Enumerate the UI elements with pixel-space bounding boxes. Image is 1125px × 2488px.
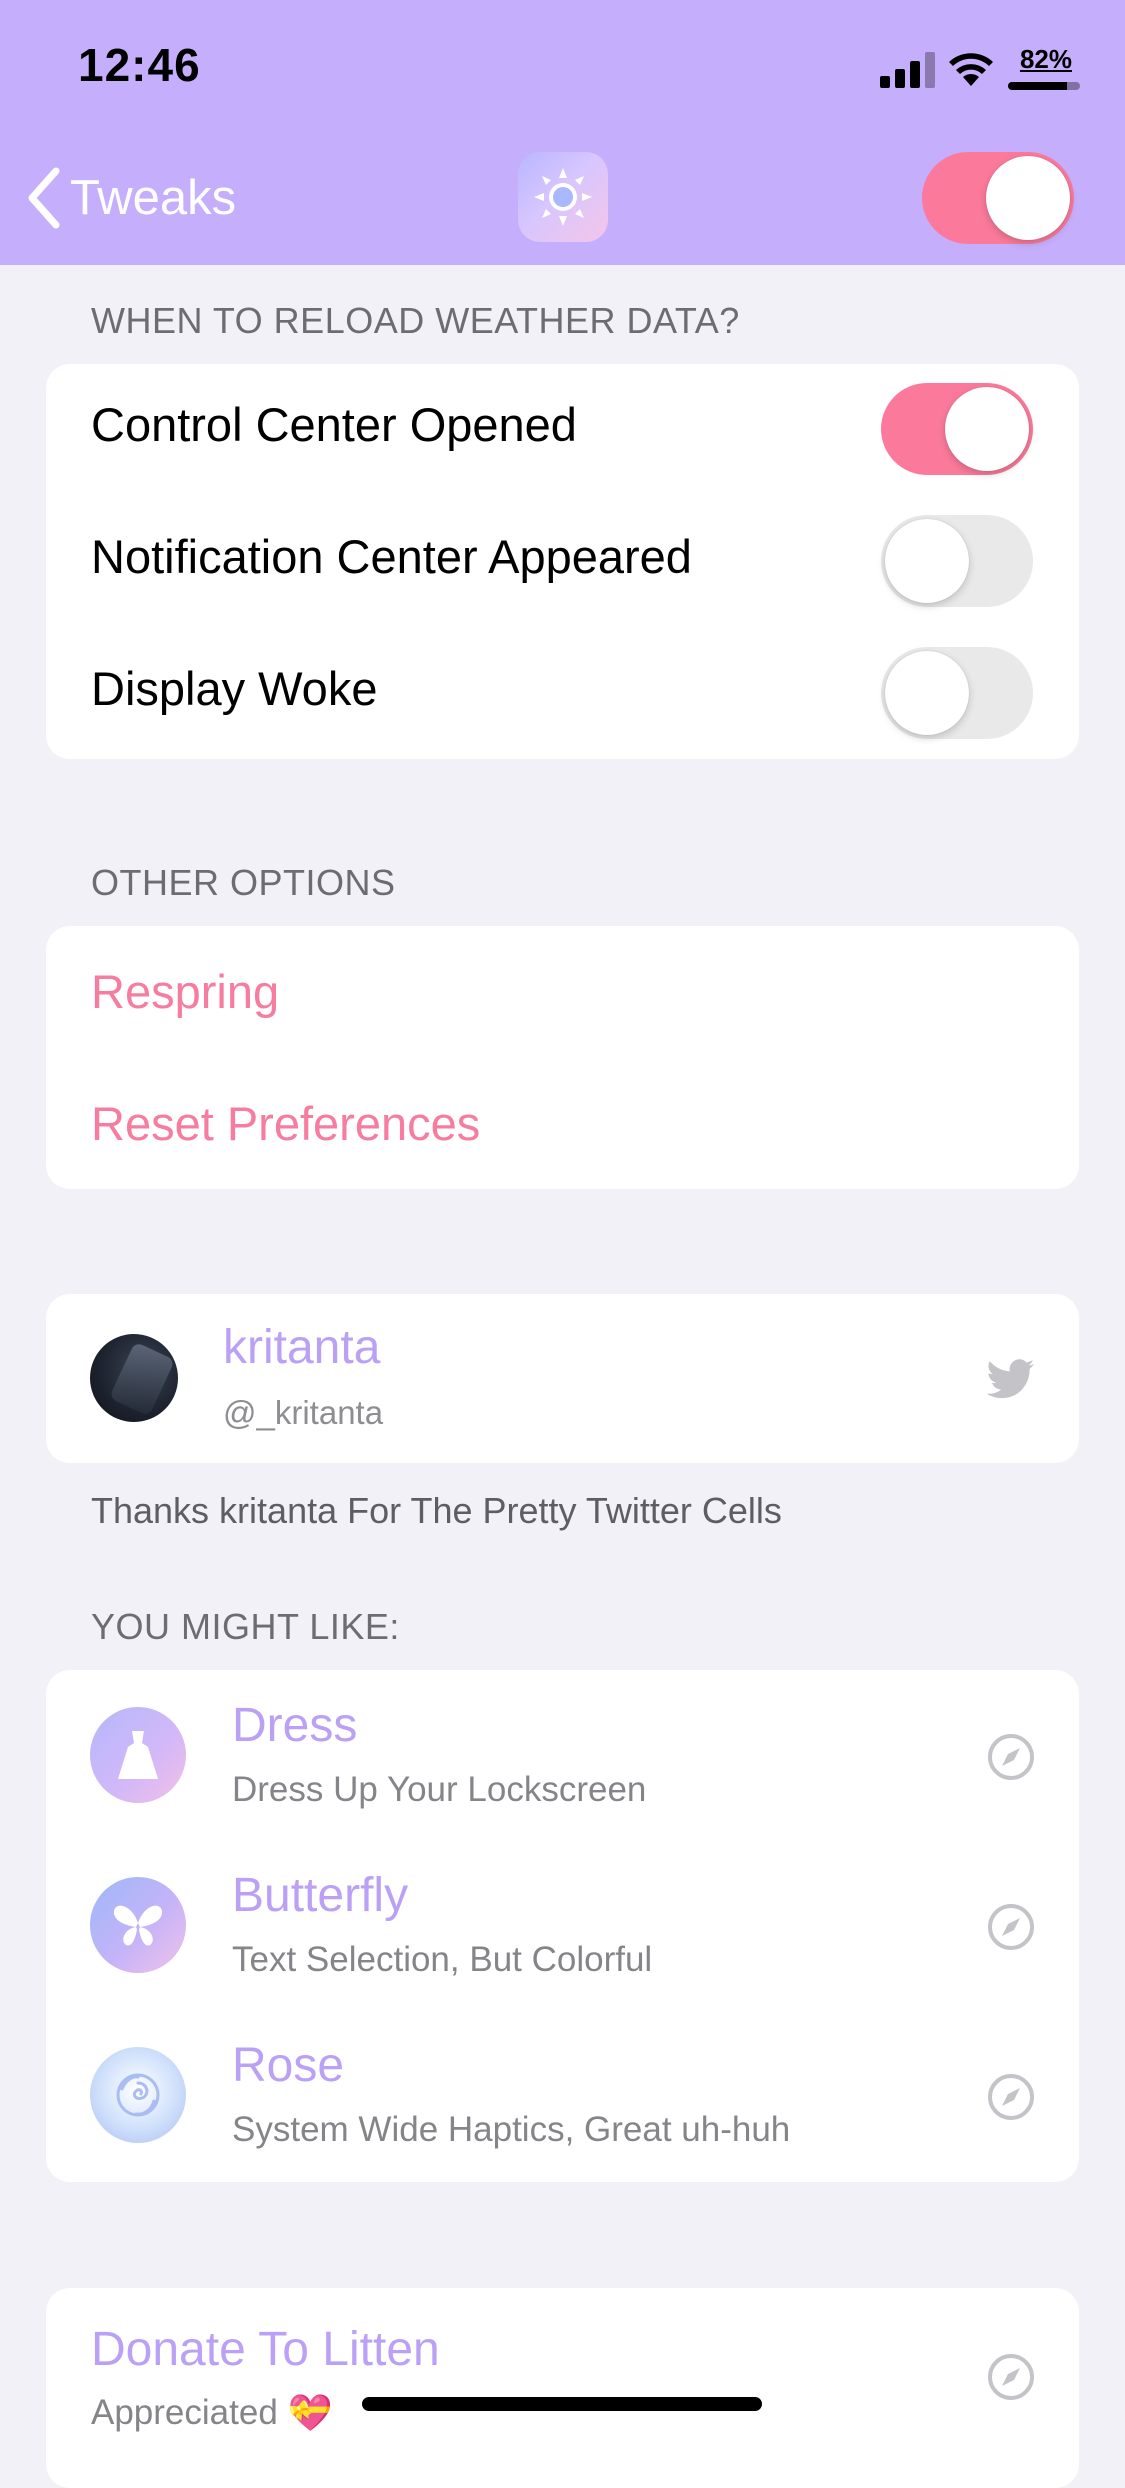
other-options-header: OTHER OPTIONS: [91, 862, 396, 903]
respring-button[interactable]: Respring: [91, 964, 279, 1019]
sun-icon: [518, 152, 608, 242]
display-woke-label: Display Woke: [91, 662, 378, 715]
twitter-cell[interactable]: kritanta @_kritanta: [46, 1294, 1079, 1463]
navigation-header: 12:46 82% Tweaks: [0, 0, 1125, 265]
compass-icon: [988, 1904, 1034, 1950]
compass-icon: [988, 2074, 1034, 2120]
dress-icon: [90, 1707, 186, 1803]
control-center-label: Control Center Opened: [91, 398, 577, 451]
package-title: Dress: [232, 1699, 358, 1752]
back-label: Tweaks: [70, 171, 237, 225]
toggle-knob: [986, 156, 1070, 240]
reload-section-header: WHEN TO RELOAD WEATHER DATA?: [91, 300, 740, 341]
control-center-toggle[interactable]: [881, 383, 1033, 475]
chevron-left-icon: [28, 167, 60, 229]
cellular-signal-icon: [880, 52, 935, 88]
compass-icon: [988, 2354, 1034, 2400]
butterfly-icon: [90, 1877, 186, 1973]
avatar: [90, 1334, 178, 1422]
twitter-bird-icon: [986, 1359, 1034, 1399]
package-subtitle: System Wide Haptics, Great uh-huh: [232, 2110, 791, 2149]
package-row-dress[interactable]: Dress Dress Up Your Lockscreen: [46, 1670, 1079, 1840]
donate-subtitle: Appreciated: [91, 2393, 278, 2432]
wifi-icon: [949, 53, 993, 86]
might-like-card: Dress Dress Up Your Lockscreen Butterfly…: [46, 1670, 1079, 2182]
twitter-name: kritanta: [223, 1321, 381, 1374]
twitter-handle: @_kritanta: [223, 1394, 384, 1431]
notification-center-toggle[interactable]: [881, 515, 1033, 607]
reset-preferences-button[interactable]: Reset Preferences: [91, 1096, 480, 1151]
package-subtitle: Text Selection, But Colorful: [232, 1940, 653, 1979]
other-options-card: Respring Reset Preferences: [46, 926, 1079, 1189]
package-row-butterfly[interactable]: Butterfly Text Selection, But Colorful: [46, 1840, 1079, 2010]
toggle-knob: [885, 519, 969, 603]
package-title: Butterfly: [232, 1869, 409, 1922]
rose-icon: [90, 2047, 186, 2143]
status-time: 12:46: [78, 39, 201, 91]
battery-fill: [1008, 82, 1068, 90]
back-button[interactable]: Tweaks: [22, 160, 236, 236]
donate-title: Donate To Litten: [91, 2323, 440, 2376]
donate-cell[interactable]: Donate To Litten Appreciated 💝: [46, 2288, 1079, 2488]
battery-indicator: 82%: [1008, 44, 1084, 92]
compass-icon: [988, 1734, 1034, 1780]
master-enable-toggle[interactable]: [922, 152, 1074, 244]
toggle-knob: [885, 651, 969, 735]
notification-center-label: Notification Center Appeared: [91, 530, 692, 583]
package-subtitle: Dress Up Your Lockscreen: [232, 1770, 647, 1809]
heart-gift-icon: 💝: [287, 2392, 333, 2433]
package-row-rose[interactable]: Rose System Wide Haptics, Great uh-huh: [46, 2010, 1079, 2180]
reload-options-card: Control Center Opened Notification Cente…: [46, 364, 1079, 759]
battery-bar: [1008, 82, 1080, 90]
home-indicator: [362, 2397, 762, 2411]
donate-subtitle-row: Appreciated 💝: [91, 2392, 333, 2434]
display-woke-toggle[interactable]: [881, 647, 1033, 739]
toggle-knob: [945, 387, 1029, 471]
battery-percent: 82%: [1019, 44, 1073, 74]
twitter-footer-text: Thanks kritanta For The Pretty Twitter C…: [91, 1490, 782, 1531]
package-title: Rose: [232, 2039, 345, 2092]
might-like-header: YOU MIGHT LIKE:: [91, 1606, 400, 1647]
